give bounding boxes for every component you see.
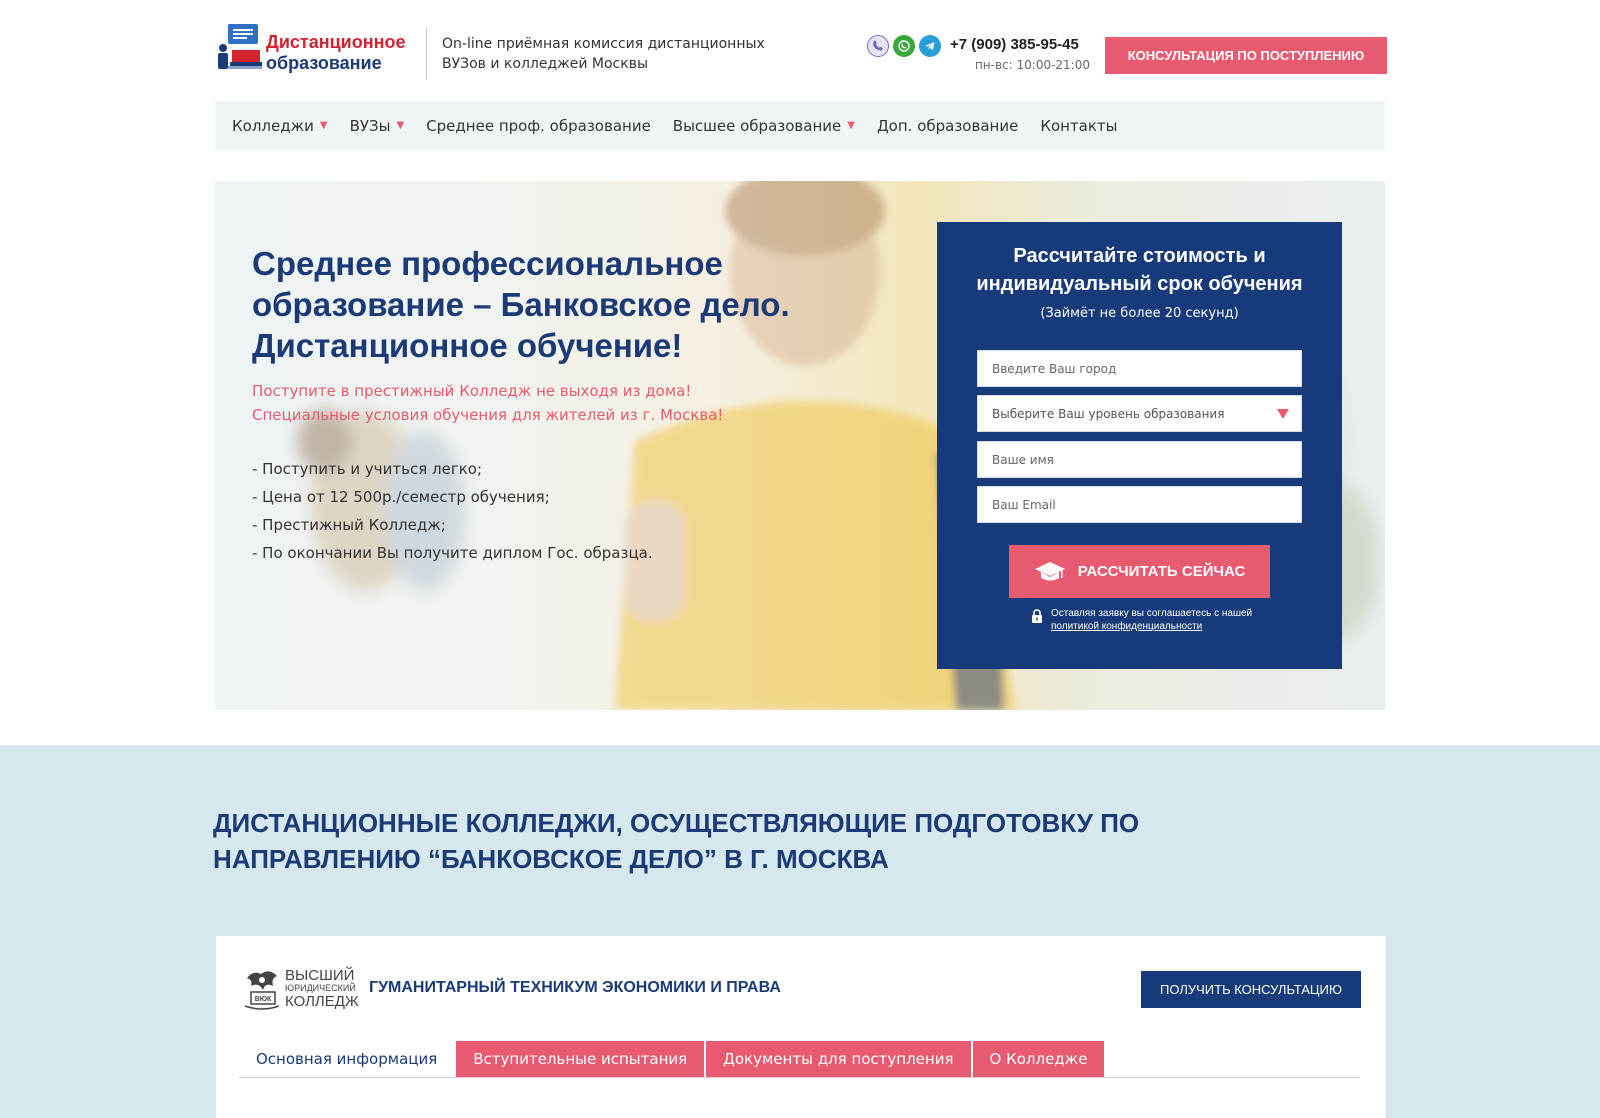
graduation-cap-icon <box>1034 561 1065 580</box>
logo-text-line1: Дистанционное <box>266 32 406 52</box>
phone-number[interactable]: +7 (909) 385-95-45 <box>950 36 1079 53</box>
college-name: Гуманитарный техникум экономики и права <box>369 979 781 996</box>
email-field[interactable] <box>977 486 1302 523</box>
nav-item-label: Высшее образование <box>672 116 842 135</box>
college-logo: ВЮК ВЫСШИЙ ЮРИДИЧЕСКИЙ КОЛЛЕДЖ <box>241 968 359 1012</box>
nav-item-colleges[interactable]: Колледжи ▼ <box>232 117 328 135</box>
header-tagline: On-line приёмная комиссия дистанционных … <box>442 36 765 72</box>
privacy-text: Оставляя заявку вы соглашаетесь с нашей … <box>1051 607 1252 633</box>
form-note: (Займёт не более 20 секунд) <box>1040 306 1239 321</box>
chevron-down-icon <box>1277 409 1289 419</box>
nav-item-label: Среднее проф. образование <box>426 116 651 135</box>
viber-icon[interactable] <box>867 35 889 57</box>
hero-subtitle-line: Специальные условия обучения для жителей… <box>252 406 724 424</box>
nav-item-additional-education[interactable]: Доп. образование <box>877 117 1018 135</box>
site-header: Дистанционное образование On-line приёмн… <box>0 0 1600 100</box>
nav-item-higher-education[interactable]: Высшее образование ▼ <box>673 117 855 135</box>
lock-icon <box>1032 609 1042 623</box>
privacy-policy-link[interactable]: политикой конфиденциальности <box>1051 620 1252 633</box>
hero-subtitle-line: Поступите в престижный Колледж не выходя… <box>252 382 692 400</box>
whatsapp-icon[interactable] <box>893 35 915 57</box>
calculate-button-label: Рассчитать сейчас <box>1077 563 1246 580</box>
hero-subtitle: Поступите в престижный Колледж не выходя… <box>252 379 852 427</box>
site-logo[interactable]: Дистанционное образование <box>216 22 416 78</box>
form-title: Рассчитайте стоимость и индивидуальный с… <box>976 245 1303 295</box>
nav-item-label: Колледжи <box>232 116 314 135</box>
nav-item-label: Доп. образование <box>876 116 1019 135</box>
college-emblem-icon: ВЮК <box>244 971 280 1010</box>
college-logo-text: ВЫСШИЙ ЮРИДИЧЕСКИЙ КОЛЛЕДЖ <box>285 968 359 1009</box>
benefit-item: - Цена от 12 500р./семестр обучения; <box>252 488 550 506</box>
city-field[interactable] <box>977 350 1302 387</box>
dropdown-arrow-icon: ▼ <box>319 120 328 131</box>
colleges-section: Дистанционные колледжи, осуществляющие п… <box>0 745 1600 1118</box>
cost-calculator-form: Рассчитайте стоимость и индивидуальный с… <box>937 222 1342 669</box>
nav-item-secondary-education[interactable]: Среднее проф. образование <box>426 117 651 135</box>
logo-icon <box>218 24 262 69</box>
college-logo-line: ЮРИДИЧЕСКИЙ <box>285 983 356 993</box>
get-consultation-button[interactable]: Получить консультацию <box>1141 971 1361 1008</box>
city-input[interactable] <box>992 361 1287 376</box>
dropdown-arrow-icon: ▼ <box>847 120 855 131</box>
email-input[interactable] <box>992 497 1287 512</box>
name-field[interactable] <box>977 441 1302 478</box>
hero-benefits-list: - Поступить и учиться легко; - Цена от 1… <box>252 455 653 567</box>
college-tabs: Основная информация Вступительные испыта… <box>239 1041 1360 1078</box>
header-divider <box>426 28 427 80</box>
tab-main-info[interactable]: Основная информация <box>239 1041 455 1077</box>
college-card: ВЮК ВЫСШИЙ ЮРИДИЧЕСКИЙ КОЛЛЕДЖ Гуманитар… <box>216 936 1386 1118</box>
college-badge-text: ВЮК <box>255 996 272 1003</box>
main-nav: Колледжи ▼ ВУЗы ▼ Среднее проф. образова… <box>215 101 1385 150</box>
section-title: Дистанционные колледжи, осуществляющие п… <box>213 808 1140 874</box>
college-logo-line: ВЫСШИЙ <box>285 967 355 984</box>
college-logo-line: КОЛЛЕДЖ <box>285 993 359 1010</box>
education-level-select[interactable]: Выберите Ваш уровень образования <box>977 395 1302 432</box>
nav-item-universities[interactable]: ВУЗы ▼ <box>350 117 405 135</box>
tab-about-college[interactable]: О Колледже <box>972 1041 1105 1077</box>
benefit-item: - Поступить и учиться легко; <box>252 460 483 478</box>
dropdown-arrow-icon: ▼ <box>396 120 405 131</box>
telegram-icon[interactable] <box>919 35 941 57</box>
benefit-item: - Престижный Колледж; <box>252 516 446 534</box>
select-value: Выберите Ваш уровень образования <box>992 406 1225 421</box>
tab-admission-documents[interactable]: Документы для поступления <box>706 1041 971 1077</box>
privacy-notice: Оставляя заявку вы соглашаетесь с нашей … <box>1031 607 1271 633</box>
working-hours: пн-вс: 10:00-21:00 <box>974 58 1090 72</box>
messenger-links <box>867 35 941 57</box>
name-input[interactable] <box>992 452 1287 467</box>
nav-item-contacts[interactable]: Контакты <box>1040 117 1117 135</box>
tab-entrance-exams[interactable]: Вступительные испытания <box>456 1041 705 1077</box>
calculate-now-button[interactable]: Рассчитать сейчас <box>1009 545 1270 598</box>
consult-admission-button[interactable]: Консультация по поступлению <box>1105 37 1387 74</box>
privacy-text-label: Оставляя заявку вы соглашаетесь с нашей <box>1051 608 1253 619</box>
hero-title: Среднее профессиональное образование – Б… <box>252 245 790 364</box>
nav-item-label: Контакты <box>1040 116 1118 135</box>
logo-text-line2: образование <box>266 53 382 73</box>
nav-item-label: ВУЗы <box>349 116 391 135</box>
benefit-item: - По окончании Вы получите диплом Гос. о… <box>252 544 653 562</box>
